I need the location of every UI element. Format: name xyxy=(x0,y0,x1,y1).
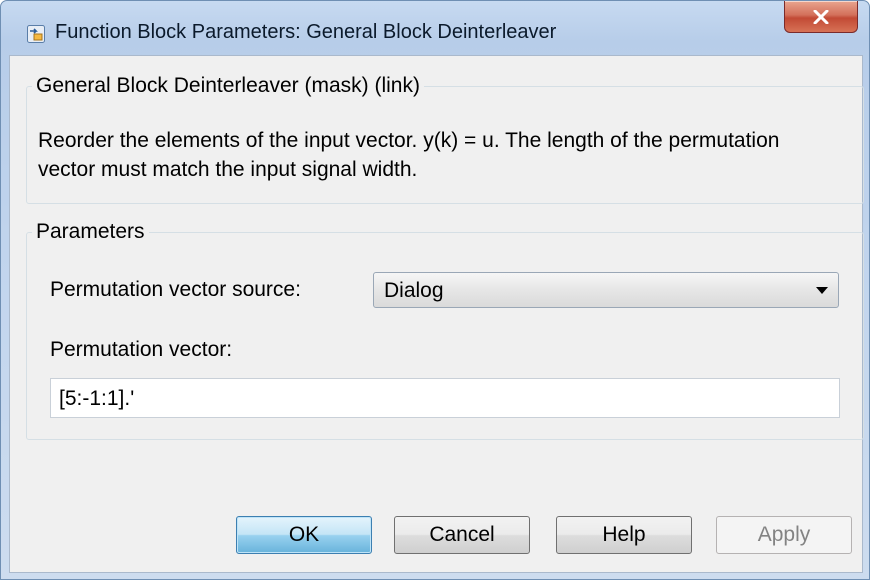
dialog-client-area: General Block Deinterleaver (mask) (link… xyxy=(9,55,864,573)
permutation-source-label: Permutation vector source: xyxy=(50,278,301,301)
dialog-window: Function Block Parameters: General Block… xyxy=(0,0,870,580)
simulink-block-icon xyxy=(27,25,45,43)
dropdown-arrow-icon xyxy=(816,287,828,294)
close-x-icon xyxy=(813,9,829,24)
permutation-source-value: Dialog xyxy=(384,279,444,302)
permutation-vector-value: [5:-1:1].' xyxy=(59,387,135,410)
parameters-group-legend: Parameters xyxy=(32,220,149,244)
mask-group-legend: General Block Deinterleaver (mask) (link… xyxy=(32,74,424,98)
apply-button[interactable]: Apply xyxy=(716,516,852,554)
permutation-source-dropdown[interactable]: Dialog xyxy=(373,272,839,308)
cancel-button[interactable]: Cancel xyxy=(394,516,530,554)
close-button[interactable] xyxy=(784,1,858,33)
window-title: Function Block Parameters: General Block… xyxy=(55,21,557,43)
help-button[interactable]: Help xyxy=(556,516,692,554)
ok-button[interactable]: OK xyxy=(236,516,372,554)
block-description: Reorder the elements of the input vector… xyxy=(38,129,780,181)
permutation-vector-label: Permutation vector: xyxy=(50,338,233,361)
permutation-vector-field[interactable]: [5:-1:1].' xyxy=(50,378,840,418)
